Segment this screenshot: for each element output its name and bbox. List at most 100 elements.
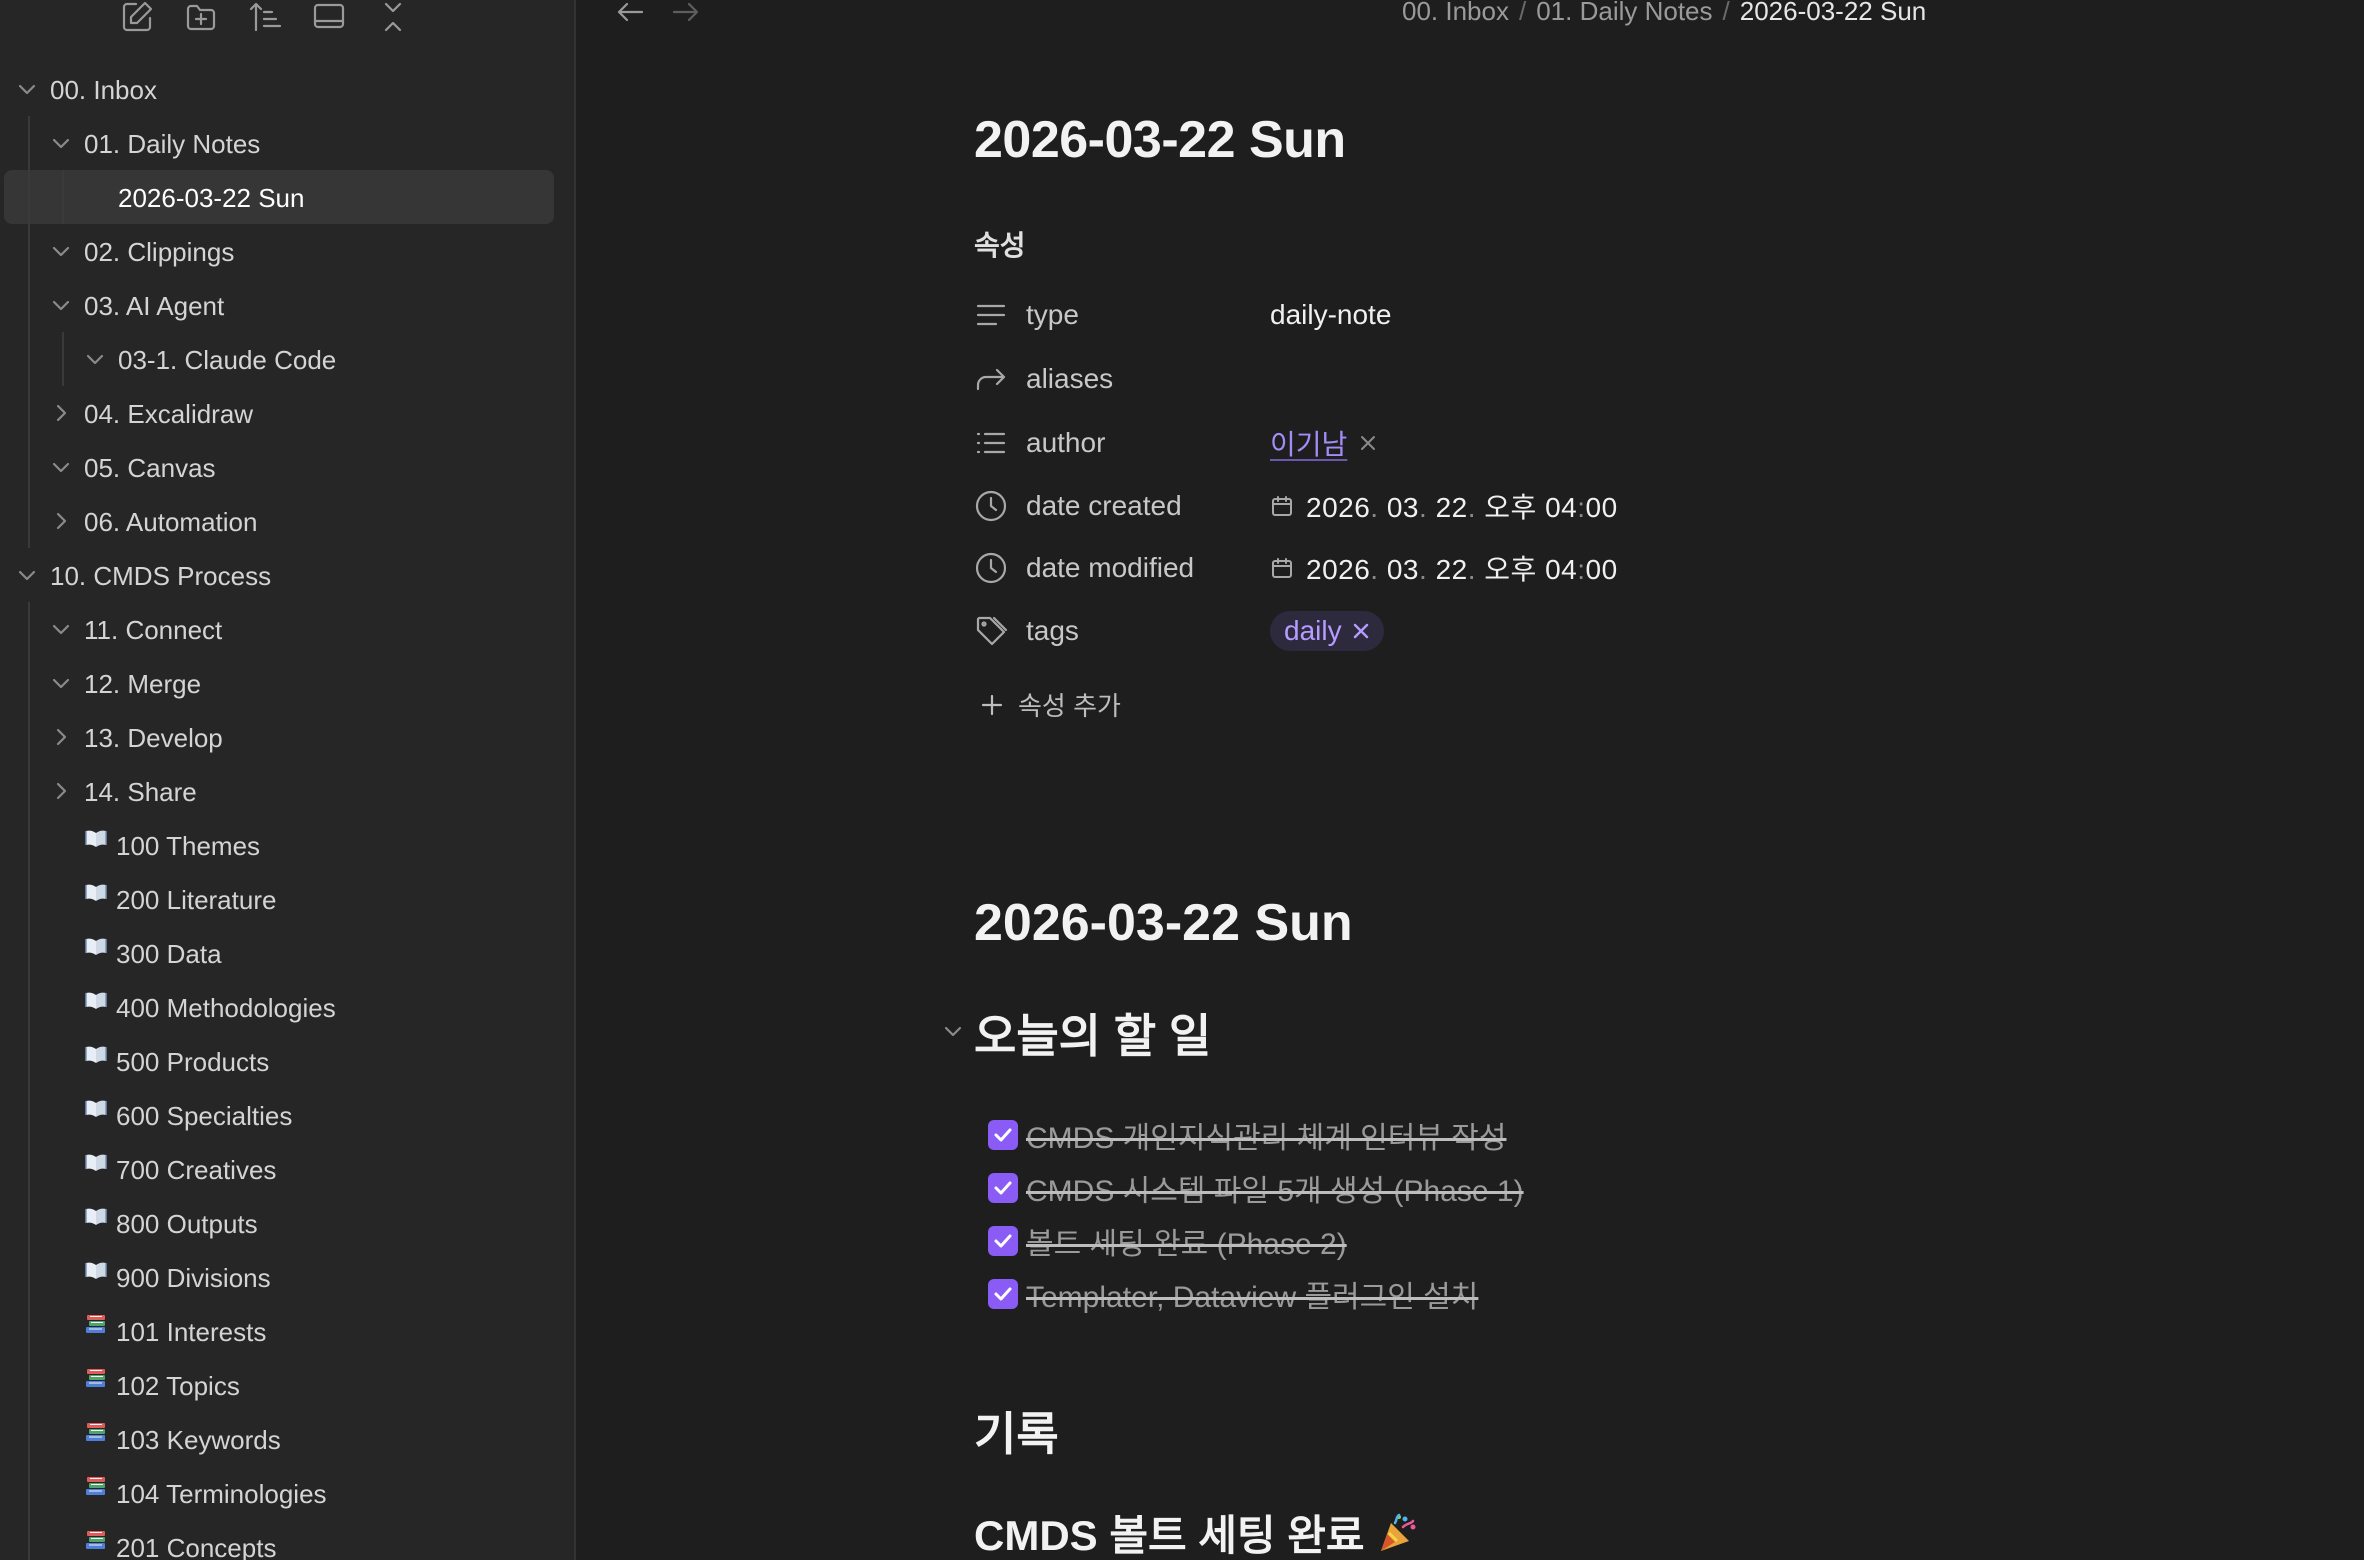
tree-item-12-merge[interactable]: 12. Merge bbox=[0, 656, 574, 710]
breadcrumb-item-daily-notes[interactable]: 01. Daily Notes bbox=[1536, 0, 1712, 26]
breadcrumb-item-inbox[interactable]: 00. Inbox bbox=[1402, 0, 1509, 26]
tree-item-03-1-claude-code[interactable]: 03-1. Claude Code bbox=[0, 332, 574, 386]
tree-item-101-interests[interactable]: 101 Interests bbox=[0, 1304, 574, 1358]
breadcrumb-item-current[interactable]: 2026-03-22 Sun bbox=[1740, 0, 1926, 26]
sidebar-toolbar bbox=[120, 0, 410, 34]
clock-icon[interactable] bbox=[974, 489, 1008, 523]
tag-icon[interactable] bbox=[974, 614, 1008, 648]
reveal-active-icon[interactable] bbox=[312, 0, 346, 34]
remove-tag-icon[interactable] bbox=[1352, 622, 1370, 640]
tag-pill[interactable]: daily bbox=[1270, 611, 1384, 651]
tree-item-02-clippings[interactable]: 02. Clippings bbox=[0, 224, 574, 278]
tree-item-201-concepts[interactable]: 201 Concepts bbox=[0, 1520, 574, 1560]
tree-item-2026-03-22-sun[interactable]: 2026-03-22 Sun bbox=[4, 170, 554, 224]
property-key[interactable]: aliases bbox=[1026, 363, 1270, 395]
tree-item-label: 900 Divisions bbox=[84, 1262, 271, 1294]
tree-item-100-themes[interactable]: 100 Themes bbox=[0, 818, 574, 872]
property-value-date-modified[interactable]: 2026. 03. 22. 오후 04:00 bbox=[1270, 548, 1618, 588]
tree-item-text: 05. Canvas bbox=[84, 453, 216, 483]
record-heading[interactable]: 기록 bbox=[974, 1398, 1059, 1464]
property-key[interactable]: type bbox=[1026, 299, 1270, 331]
indent-guide bbox=[62, 170, 64, 224]
chevron-down-icon[interactable] bbox=[50, 294, 72, 316]
tree-item-04-excalidraw[interactable]: 04. Excalidraw bbox=[0, 386, 574, 440]
back-arrow-icon[interactable] bbox=[616, 0, 646, 24]
text-lines-icon[interactable] bbox=[974, 298, 1008, 332]
new-note-icon[interactable] bbox=[120, 0, 154, 34]
task-text[interactable]: Templater, Dataview 플러그인 설치 bbox=[1026, 1272, 1478, 1316]
new-folder-icon[interactable] bbox=[184, 0, 218, 34]
task-checkbox[interactable] bbox=[988, 1226, 1018, 1256]
remove-author-icon[interactable] bbox=[1359, 434, 1377, 452]
tree-item-900-divisions[interactable]: 900 Divisions bbox=[0, 1250, 574, 1304]
tree-item-700-creatives[interactable]: 700 Creatives bbox=[0, 1142, 574, 1196]
tree-item-01-daily-notes[interactable]: 01. Daily Notes bbox=[0, 116, 574, 170]
task-checkbox[interactable] bbox=[988, 1173, 1018, 1203]
author-link[interactable]: 이기남 bbox=[1270, 423, 1347, 463]
tree-item-102-topics[interactable]: 102 Topics bbox=[0, 1358, 574, 1412]
tree-item-06-automation[interactable]: 06. Automation bbox=[0, 494, 574, 548]
tree-item-400-methodologies[interactable]: 400 Methodologies bbox=[0, 980, 574, 1034]
chevron-right-icon[interactable] bbox=[50, 402, 72, 424]
calendar-icon[interactable] bbox=[1270, 556, 1294, 580]
list-icon[interactable] bbox=[974, 426, 1008, 460]
properties-heading[interactable]: 속성 bbox=[974, 224, 1026, 264]
note-title[interactable]: 2026-03-22 Sun bbox=[974, 110, 1346, 170]
tree-item-05-canvas[interactable]: 05. Canvas bbox=[0, 440, 574, 494]
date-created-text: 2026. 03. 22. 오후 04:00 bbox=[1306, 486, 1618, 526]
chevron-down-icon[interactable] bbox=[50, 132, 72, 154]
breadcrumb-separator: / bbox=[1518, 0, 1527, 26]
add-property-button[interactable]: 속성 추가 bbox=[980, 686, 1121, 723]
date-year: 2026 bbox=[1306, 492, 1371, 523]
tree-item-800-outputs[interactable]: 800 Outputs bbox=[0, 1196, 574, 1250]
task-item: 볼트 세팅 완료 (Phase 2) bbox=[988, 1221, 1347, 1261]
chevron-down-icon[interactable] bbox=[50, 618, 72, 640]
todo-heading[interactable]: 오늘의 할 일 bbox=[974, 1000, 1211, 1066]
property-key[interactable]: author bbox=[1026, 427, 1270, 459]
task-text[interactable]: 볼트 세팅 완료 (Phase 2) bbox=[1026, 1219, 1347, 1263]
tree-item-00-inbox[interactable]: 00. Inbox bbox=[0, 62, 574, 116]
chevron-right-icon[interactable] bbox=[50, 510, 72, 532]
chevron-down-icon[interactable] bbox=[84, 348, 106, 370]
task-checkbox[interactable] bbox=[988, 1279, 1018, 1309]
tree-item-500-products[interactable]: 500 Products bbox=[0, 1034, 574, 1088]
forward-arrow-icon[interactable] bbox=[670, 0, 700, 24]
tree-item-14-share[interactable]: 14. Share bbox=[0, 764, 574, 818]
tree-item-600-specialties[interactable]: 600 Specialties bbox=[0, 1088, 574, 1142]
chevron-down-icon[interactable] bbox=[50, 672, 72, 694]
property-value-type[interactable]: daily-note bbox=[1270, 299, 1391, 331]
tree-item-10-cmds-process[interactable]: 10. CMDS Process bbox=[0, 548, 574, 602]
tree-item-03-ai-agent[interactable]: 03. AI Agent bbox=[0, 278, 574, 332]
indent-guide bbox=[28, 1142, 30, 1196]
property-key[interactable]: date modified bbox=[1026, 552, 1270, 584]
tree-item-label: 12. Merge bbox=[84, 669, 201, 700]
heading-1[interactable]: 2026-03-22 Sun bbox=[974, 893, 1353, 953]
tree-item-200-literature[interactable]: 200 Literature bbox=[0, 872, 574, 926]
property-key[interactable]: date created bbox=[1026, 490, 1270, 522]
chevron-down-icon[interactable] bbox=[50, 456, 72, 478]
tree-item-300-data[interactable]: 300 Data bbox=[0, 926, 574, 980]
task-text[interactable]: CMDS 시스템 파일 5개 생성 (Phase 1) bbox=[1026, 1166, 1524, 1210]
chevron-down-icon[interactable] bbox=[50, 240, 72, 262]
task-checkbox[interactable] bbox=[988, 1120, 1018, 1150]
sub-heading[interactable]: CMDS 볼트 세팅 완료 bbox=[974, 1502, 1419, 1560]
tree-item-11-connect[interactable]: 11. Connect bbox=[0, 602, 574, 656]
property-key[interactable]: tags bbox=[1026, 615, 1270, 647]
chevron-right-icon[interactable] bbox=[50, 780, 72, 802]
collapse-all-icon[interactable] bbox=[376, 0, 410, 34]
chevron-down-icon[interactable] bbox=[16, 78, 38, 100]
tree-item-104-terminologies[interactable]: 104 Terminologies bbox=[0, 1466, 574, 1520]
indent-guide bbox=[28, 926, 30, 980]
tag-label[interactable]: daily bbox=[1284, 615, 1342, 647]
property-value-date-created[interactable]: 2026. 03. 22. 오후 04:00 bbox=[1270, 486, 1618, 526]
clock-icon[interactable] bbox=[974, 551, 1008, 585]
calendar-icon[interactable] bbox=[1270, 494, 1294, 518]
tree-item-13-develop[interactable]: 13. Develop bbox=[0, 710, 574, 764]
tree-item-103-keywords[interactable]: 103 Keywords bbox=[0, 1412, 574, 1466]
sort-icon[interactable] bbox=[248, 0, 282, 34]
forward-arrow-icon[interactable] bbox=[974, 362, 1008, 396]
chevron-down-icon[interactable] bbox=[16, 564, 38, 586]
fold-chevron-icon[interactable] bbox=[942, 1020, 964, 1042]
chevron-right-icon[interactable] bbox=[50, 726, 72, 748]
task-text[interactable]: CMDS 개인지식관리 체계 인터뷰 작성 bbox=[1026, 1113, 1506, 1157]
